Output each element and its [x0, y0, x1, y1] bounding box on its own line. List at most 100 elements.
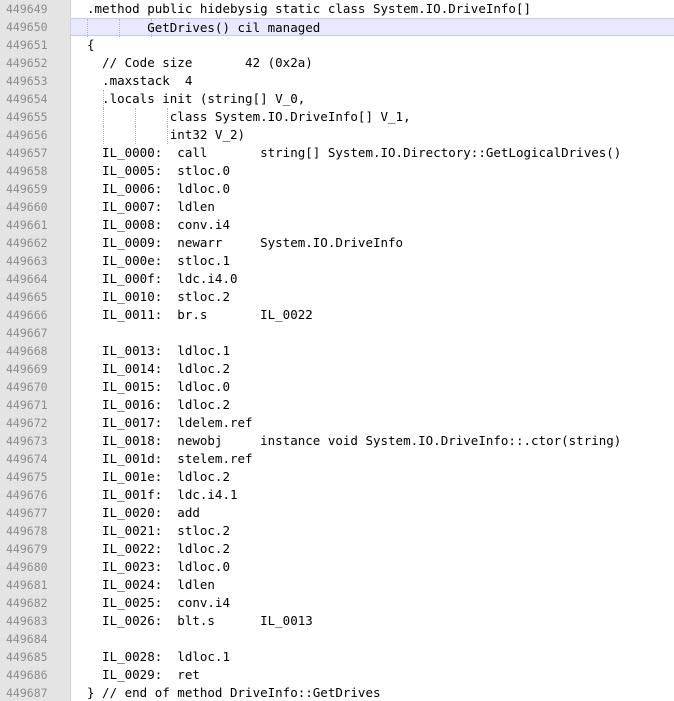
code-line-area[interactable]: IL_000f: ldc.i4.0: [71, 270, 674, 288]
code-line-area[interactable]: IL_0014: ldloc.2: [71, 360, 674, 378]
code-lines[interactable]: 449649 .method public hidebysig static cl…: [0, 0, 674, 701]
code-line[interactable]: 449661 IL_0008: conv.i4: [0, 216, 674, 234]
code-line-area[interactable]: IL_0010: stloc.2: [71, 288, 674, 306]
code-line[interactable]: 449657 IL_0000: call string[] System.IO.…: [0, 144, 674, 162]
code-line[interactable]: 449671 IL_0016: ldloc.2: [0, 396, 674, 414]
code-line[interactable]: 449670 IL_0015: ldloc.0: [0, 378, 674, 396]
code-line-area[interactable]: IL_001d: stelem.ref: [71, 450, 674, 468]
code-line[interactable]: 449659 IL_0006: ldloc.0: [0, 180, 674, 198]
code-line[interactable]: 449658 IL_0005: stloc.0: [0, 162, 674, 180]
line-number: 449685: [6, 650, 48, 664]
code-text: IL_0024: ldlen: [87, 577, 215, 592]
code-line[interactable]: 449672 IL_0017: ldelem.ref: [0, 414, 674, 432]
code-line[interactable]: 449676 IL_001f: ldc.i4.1: [0, 486, 674, 504]
code-line[interactable]: 449686 IL_0029: ret: [0, 666, 674, 684]
line-number: 449653: [6, 74, 48, 88]
code-line[interactable]: 449664 IL_000f: ldc.i4.0: [0, 270, 674, 288]
code-line-area[interactable]: IL_001f: ldc.i4.1: [71, 486, 674, 504]
code-line-area[interactable]: IL_000e: stloc.1: [71, 252, 674, 270]
code-line-area[interactable]: // Code size 42 (0x2a): [71, 54, 674, 72]
code-line-area[interactable]: IL_0021: stloc.2: [71, 522, 674, 540]
code-text: .method public hidebysig static class Sy…: [87, 1, 532, 16]
code-line[interactable]: 449655 class System.IO.DriveInfo[] V_1,: [0, 108, 674, 126]
code-line[interactable]: 449685 IL_0028: ldloc.1: [0, 648, 674, 666]
code-line[interactable]: 449656 int32 V_2): [0, 126, 674, 144]
code-text: IL_0005: stloc.0: [87, 163, 230, 178]
code-line-area[interactable]: class System.IO.DriveInfo[] V_1,: [71, 108, 674, 126]
code-line-area[interactable]: IL_0023: ldloc.0: [71, 558, 674, 576]
code-line[interactable]: 449668 IL_0013: ldloc.1: [0, 342, 674, 360]
code-line[interactable]: 449681 IL_0024: ldlen: [0, 576, 674, 594]
code-line-area[interactable]: IL_0013: ldloc.1: [71, 342, 674, 360]
code-line-area[interactable]: IL_0005: stloc.0: [71, 162, 674, 180]
code-line-area[interactable]: .method public hidebysig static class Sy…: [71, 0, 674, 18]
code-line[interactable]: 449680 IL_0023: ldloc.0: [0, 558, 674, 576]
code-line-area[interactable]: IL_0026: blt.s IL_0013: [71, 612, 674, 630]
line-number: 449649: [6, 2, 48, 16]
code-text: class System.IO.DriveInfo[] V_1,: [87, 109, 411, 124]
code-line[interactable]: 449687 } // end of method DriveInfo::GetD…: [0, 684, 674, 701]
code-text: IL_001d: stelem.ref: [87, 451, 253, 466]
code-line-area[interactable]: .locals init (string[] V_0,: [71, 90, 674, 108]
code-line-area[interactable]: IL_0008: conv.i4: [71, 216, 674, 234]
code-line[interactable]: 449654 .locals init (string[] V_0,: [0, 90, 674, 108]
code-line[interactable]: 449673 IL_0018: newobj instance void Sys…: [0, 432, 674, 450]
code-line-area[interactable]: IL_0015: ldloc.0: [71, 378, 674, 396]
code-line-area[interactable]: IL_0028: ldloc.1: [71, 648, 674, 666]
code-line[interactable]: 449652 // Code size 42 (0x2a): [0, 54, 674, 72]
code-line-area[interactable]: [71, 324, 674, 342]
code-text: IL_0013: ldloc.1: [87, 343, 230, 358]
code-line[interactable]: 449682 IL_0025: conv.i4: [0, 594, 674, 612]
code-line[interactable]: 449684: [0, 630, 674, 648]
line-number: 449658: [6, 164, 48, 178]
code-text: IL_0011: br.s IL_0022: [87, 307, 313, 322]
code-line-area[interactable]: IL_0029: ret: [71, 666, 674, 684]
code-editor[interactable]: 449649 .method public hidebysig static cl…: [0, 0, 674, 701]
code-line-area[interactable]: .maxstack 4: [71, 72, 674, 90]
code-line-area[interactable]: {: [71, 36, 674, 54]
code-line-area[interactable]: IL_0025: conv.i4: [71, 594, 674, 612]
code-line-area[interactable]: IL_0018: newobj instance void System.IO.…: [71, 432, 674, 450]
code-line-area[interactable]: IL_0006: ldloc.0: [71, 180, 674, 198]
code-line[interactable]: 449663 IL_000e: stloc.1: [0, 252, 674, 270]
code-line-area[interactable]: IL_0011: br.s IL_0022: [71, 306, 674, 324]
line-number: 449681: [6, 578, 48, 592]
code-line[interactable]: 449678 IL_0021: stloc.2: [0, 522, 674, 540]
code-line[interactable]: 449683 IL_0026: blt.s IL_0013: [0, 612, 674, 630]
code-text: int32 V_2): [87, 127, 246, 142]
code-line-area[interactable]: IL_0009: newarr System.IO.DriveInfo: [71, 234, 674, 252]
code-line[interactable]: 449666 IL_0011: br.s IL_0022: [0, 306, 674, 324]
line-number: 449687: [6, 686, 48, 700]
code-line[interactable]: 449662 IL_0009: newarr System.IO.DriveIn…: [0, 234, 674, 252]
code-line-area[interactable]: [71, 630, 674, 648]
line-number: 449667: [6, 326, 48, 340]
line-number: 449655: [6, 110, 48, 124]
code-line[interactable]: 449651 {: [0, 36, 674, 54]
code-line-area[interactable]: IL_0007: ldlen: [71, 198, 674, 216]
line-number: 449664: [6, 272, 48, 286]
code-line[interactable]: 449660 IL_0007: ldlen: [0, 198, 674, 216]
code-line-area[interactable]: } // end of method DriveInfo::GetDrives: [71, 684, 674, 701]
code-text: IL_0007: ldlen: [87, 199, 215, 214]
code-line[interactable]: 449649 .method public hidebysig static cl…: [0, 0, 674, 18]
line-number: 449666: [6, 308, 48, 322]
code-line[interactable]: 449669 IL_0014: ldloc.2: [0, 360, 674, 378]
code-line-area[interactable]: IL_0000: call string[] System.IO.Directo…: [71, 144, 674, 162]
code-line[interactable]: 449674 IL_001d: stelem.ref: [0, 450, 674, 468]
code-line[interactable]: 449679 IL_0022: ldloc.2: [0, 540, 674, 558]
code-line[interactable]: 449667: [0, 324, 674, 342]
code-line[interactable]: 449665 IL_0010: stloc.2: [0, 288, 674, 306]
code-line[interactable]: 449675 IL_001e: ldloc.2: [0, 468, 674, 486]
code-line-area[interactable]: IL_001e: ldloc.2: [71, 468, 674, 486]
code-line-area[interactable]: IL_0022: ldloc.2: [71, 540, 674, 558]
code-line-area[interactable]: int32 V_2): [71, 126, 674, 144]
code-line-area[interactable]: IL_0016: ldloc.2: [71, 396, 674, 414]
code-line-area[interactable]: GetDrives() cil managed: [71, 18, 674, 37]
code-line-area[interactable]: IL_0017: ldelem.ref: [71, 414, 674, 432]
code-line-area[interactable]: IL_0020: add: [71, 504, 674, 522]
code-text: IL_000e: stloc.1: [87, 253, 230, 268]
current-code-line[interactable]: 449650 GetDrives() cil managed: [0, 18, 674, 37]
code-line[interactable]: 449653 .maxstack 4: [0, 72, 674, 90]
code-line[interactable]: 449677 IL_0020: add: [0, 504, 674, 522]
code-line-area[interactable]: IL_0024: ldlen: [71, 576, 674, 594]
